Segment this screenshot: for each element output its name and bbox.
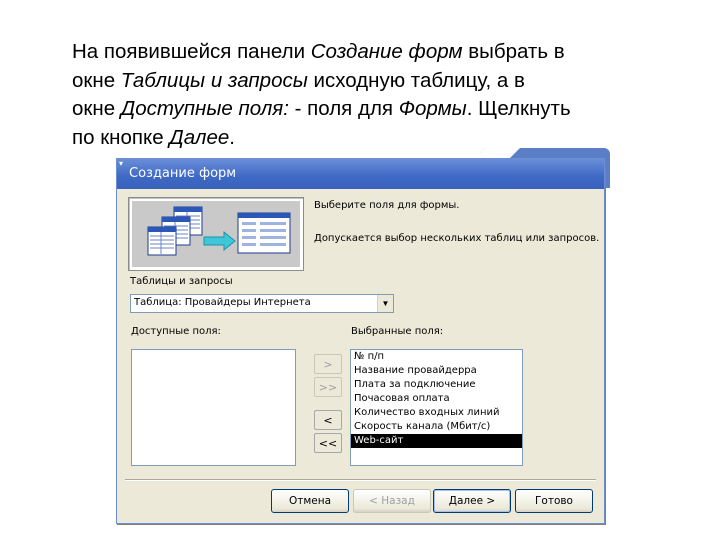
table-select-dropdown[interactable]: Таблица: Провайдеры Интернета ▼ [130,294,394,313]
instruction-multiple-tables: Допускается выбор нескольких таблиц или … [314,233,600,244]
text-run-italic: Создание форм [310,40,463,63]
available-fields-label: Доступные поля: [131,326,221,337]
back-button[interactable]: < Назад [353,489,431,513]
list-item[interactable]: Название провайдерра [351,364,522,378]
text-run: исходную таблицу, а в [307,68,525,92]
tables-queries-label: Таблицы и запросы [130,276,233,287]
text-run: . [229,125,235,149]
list-item[interactable]: Скорость канала (Мбит/с) [351,420,522,434]
instruction-line-2: окне Таблицы и запросы исходную таблицу,… [72,67,692,96]
remove-all-fields-button[interactable]: << [314,433,342,453]
text-run: окне [72,68,121,92]
cancel-button[interactable]: Отмена [271,489,349,513]
text-run: по кнопке [72,125,170,149]
tables-to-form-icon [147,206,291,256]
list-item[interactable]: Почасовая оплата [351,392,522,406]
add-field-button[interactable]: > [314,354,342,374]
text-run-italic: Формы [398,97,467,120]
illustration-panel [132,201,300,267]
form-wizard-dialog: ▾ Создание форм Выберите поля для формы.… [116,158,605,524]
text-run: На появившейся панели [72,40,311,63]
available-fields-list[interactable] [131,349,296,466]
wizard-illustration [128,197,304,271]
text-run-italic: Таблицы и запросы [120,68,308,92]
slide-instruction-text: На появившейся панели Создание форм выбр… [72,38,692,152]
text-run: выбрать в [462,40,565,63]
list-item-selected[interactable]: Web-сайт [351,434,522,448]
dialog-title: Создание форм [129,166,237,181]
system-menu-icon: ▾ [119,159,124,168]
list-item[interactable]: Количество входных линий [351,406,522,420]
instruction-select-fields: Выберите поля для формы. [314,200,460,211]
list-item[interactable]: № п/п [351,350,522,364]
list-item[interactable]: Плата за подключение [351,378,522,392]
text-run: . Щелкнуть [466,97,571,120]
finish-button[interactable]: Готово [515,489,593,513]
instruction-line-3: окне Доступные поля: - поля для Формы. Щ… [72,95,692,124]
text-run: окне [72,97,121,120]
button-separator [125,479,596,481]
add-all-fields-button[interactable]: >> [314,377,342,397]
text-run-italic: Доступные поля: [120,97,289,120]
next-button[interactable]: Далее > [433,489,511,513]
instruction-line-1: На появившейся панели Создание форм выбр… [72,38,692,67]
remove-field-button[interactable]: < [314,410,342,430]
dialog-titlebar[interactable]: ▾ Создание форм [117,159,604,189]
chevron-down-icon[interactable]: ▼ [377,295,393,312]
table-select-value: Таблица: Провайдеры Интернета [134,297,311,308]
text-run-italic: Далее [169,125,230,149]
text-run: - поля для [288,97,399,120]
selected-fields-label: Выбранные поля: [351,326,444,337]
selected-fields-list[interactable]: № п/п Название провайдерра Плата за подк… [350,349,523,466]
